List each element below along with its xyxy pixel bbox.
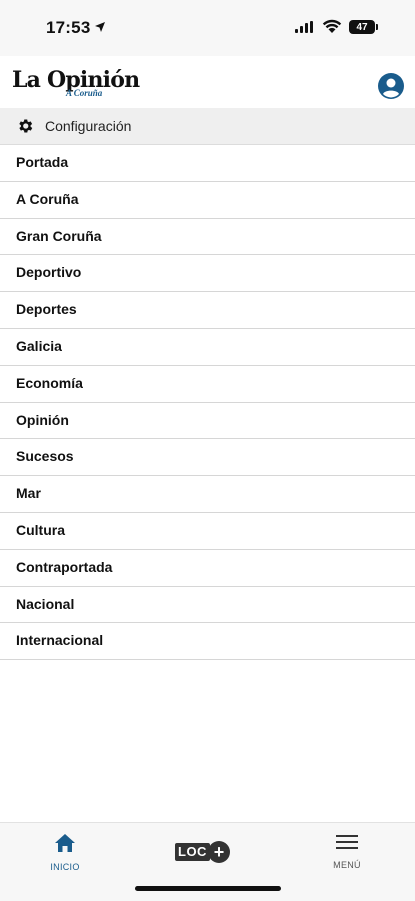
status-bar: 17:53 47: [0, 0, 415, 56]
app-header: La Opinión A Coruña: [0, 56, 415, 108]
menu-item-galicia[interactable]: Galicia: [0, 329, 415, 366]
wifi-icon: [322, 19, 342, 33]
loc-text: LOC: [175, 843, 210, 861]
location-arrow-icon: [95, 22, 105, 32]
battery-cap: [376, 24, 378, 30]
menu-item-portada[interactable]: Portada: [0, 145, 415, 182]
user-account-icon[interactable]: [377, 72, 405, 100]
la-opinion-logo[interactable]: La Opinión A Coruña: [12, 68, 140, 98]
tab-home[interactable]: INICIO: [40, 833, 90, 872]
tab-home-label: INICIO: [50, 862, 80, 872]
sections-menu: Portada A Coruña Gran Coruña Deportivo D…: [0, 145, 415, 661]
gear-icon: [19, 119, 33, 133]
loc-plus-logo: LOC +: [175, 841, 233, 863]
menu-item-cultura[interactable]: Cultura: [0, 513, 415, 550]
tab-loc-plus[interactable]: LOC +: [175, 841, 233, 863]
tab-menu-label: MENÚ: [333, 860, 361, 870]
battery-level: 47: [356, 21, 368, 33]
menu-item-a-coruna[interactable]: A Coruña: [0, 182, 415, 219]
menu-item-contraportada[interactable]: Contraportada: [0, 550, 415, 587]
battery-indicator: 47: [349, 20, 375, 34]
logo-subtitle: A Coruña: [66, 88, 103, 98]
config-label: Configuración: [45, 118, 132, 134]
home-indicator: [135, 886, 281, 891]
cellular-signal-icon: [295, 21, 313, 33]
home-icon: [55, 834, 75, 852]
menu-item-gran-coruna[interactable]: Gran Coruña: [0, 219, 415, 256]
plus-icon: +: [207, 841, 230, 863]
config-row[interactable]: Configuración: [0, 108, 415, 145]
menu-item-sucesos[interactable]: Sucesos: [0, 439, 415, 477]
menu-item-mar[interactable]: Mar: [0, 476, 415, 513]
menu-item-economia[interactable]: Economía: [0, 366, 415, 403]
hamburger-menu-icon: [336, 835, 358, 849]
menu-item-deportes[interactable]: Deportes: [0, 292, 415, 329]
menu-item-nacional[interactable]: Nacional: [0, 587, 415, 624]
tab-menu[interactable]: MENÚ: [322, 833, 372, 870]
menu-item-internacional[interactable]: Internacional: [0, 623, 415, 661]
menu-item-deportivo[interactable]: Deportivo: [0, 255, 415, 293]
status-time: 17:53: [46, 18, 91, 37]
menu-item-opinion[interactable]: Opinión: [0, 403, 415, 440]
